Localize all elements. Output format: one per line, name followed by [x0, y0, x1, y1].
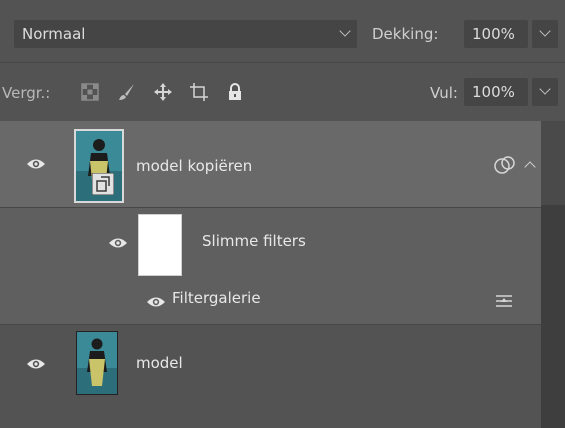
lock-all-icon[interactable]	[225, 82, 245, 102]
layer-row-model-kopieren[interactable]: model kopiëren	[0, 121, 541, 207]
filter-mask-thumbnail[interactable]	[138, 214, 182, 276]
lock-label: Vergr.:	[2, 84, 51, 102]
visibility-eye-icon[interactable]	[26, 158, 46, 170]
fill-label: Vul:	[430, 84, 458, 102]
blend-options-row: Normaal Dekking: 100%	[0, 0, 565, 62]
lock-position-icon[interactable]	[153, 82, 173, 102]
visibility-eye-icon[interactable]	[146, 296, 166, 308]
chevron-down-icon	[539, 83, 551, 95]
lock-image-pixels-icon[interactable]	[117, 82, 137, 102]
opacity-value: 100%	[472, 25, 515, 43]
collapse-chevron-icon[interactable]	[524, 161, 536, 173]
opacity-slider-button[interactable]	[532, 20, 558, 48]
opacity-label: Dekking:	[372, 25, 439, 43]
blend-mode-dropdown[interactable]: Normaal	[14, 20, 357, 48]
fill-input[interactable]: 100%	[464, 78, 528, 106]
lock-artboard-icon[interactable]	[189, 82, 209, 102]
layer-name[interactable]: model kopiëren	[136, 157, 252, 175]
smart-filters-label: Slimme filters	[202, 232, 306, 250]
blend-mode-value: Normaal	[22, 25, 86, 43]
filter-row-filtergalerie[interactable]: Filtergalerie	[0, 280, 541, 324]
fill-slider-button[interactable]	[532, 78, 558, 106]
scrollbar-thumb[interactable]	[541, 121, 565, 205]
layer-name[interactable]: model	[136, 354, 183, 372]
chevron-down-icon	[539, 25, 551, 37]
visibility-eye-icon[interactable]	[108, 237, 128, 249]
chevron-down-icon	[339, 25, 351, 37]
smart-filters-row[interactable]: Slimme filters	[0, 208, 541, 280]
lock-transparent-pixels-icon[interactable]	[80, 82, 100, 102]
layer-thumbnail	[76, 331, 118, 395]
layers-panel: Normaal Dekking: 100% Vergr.: Vul: 100% …	[0, 0, 565, 428]
fill-value: 100%	[472, 83, 515, 101]
visibility-eye-icon[interactable]	[26, 358, 46, 370]
layer-row-model[interactable]: model	[0, 325, 541, 401]
lock-options-row: Vergr.: Vul: 100%	[0, 62, 565, 121]
smart-object-badge-icon	[91, 172, 115, 196]
filter-name: Filtergalerie	[172, 289, 261, 307]
layers-list: model kopiëren Slimme filters Filtergale…	[0, 121, 565, 428]
filter-blending-options-icon[interactable]	[494, 293, 514, 309]
opacity-input[interactable]: 100%	[464, 20, 528, 48]
smart-filters-icon[interactable]	[493, 155, 517, 175]
